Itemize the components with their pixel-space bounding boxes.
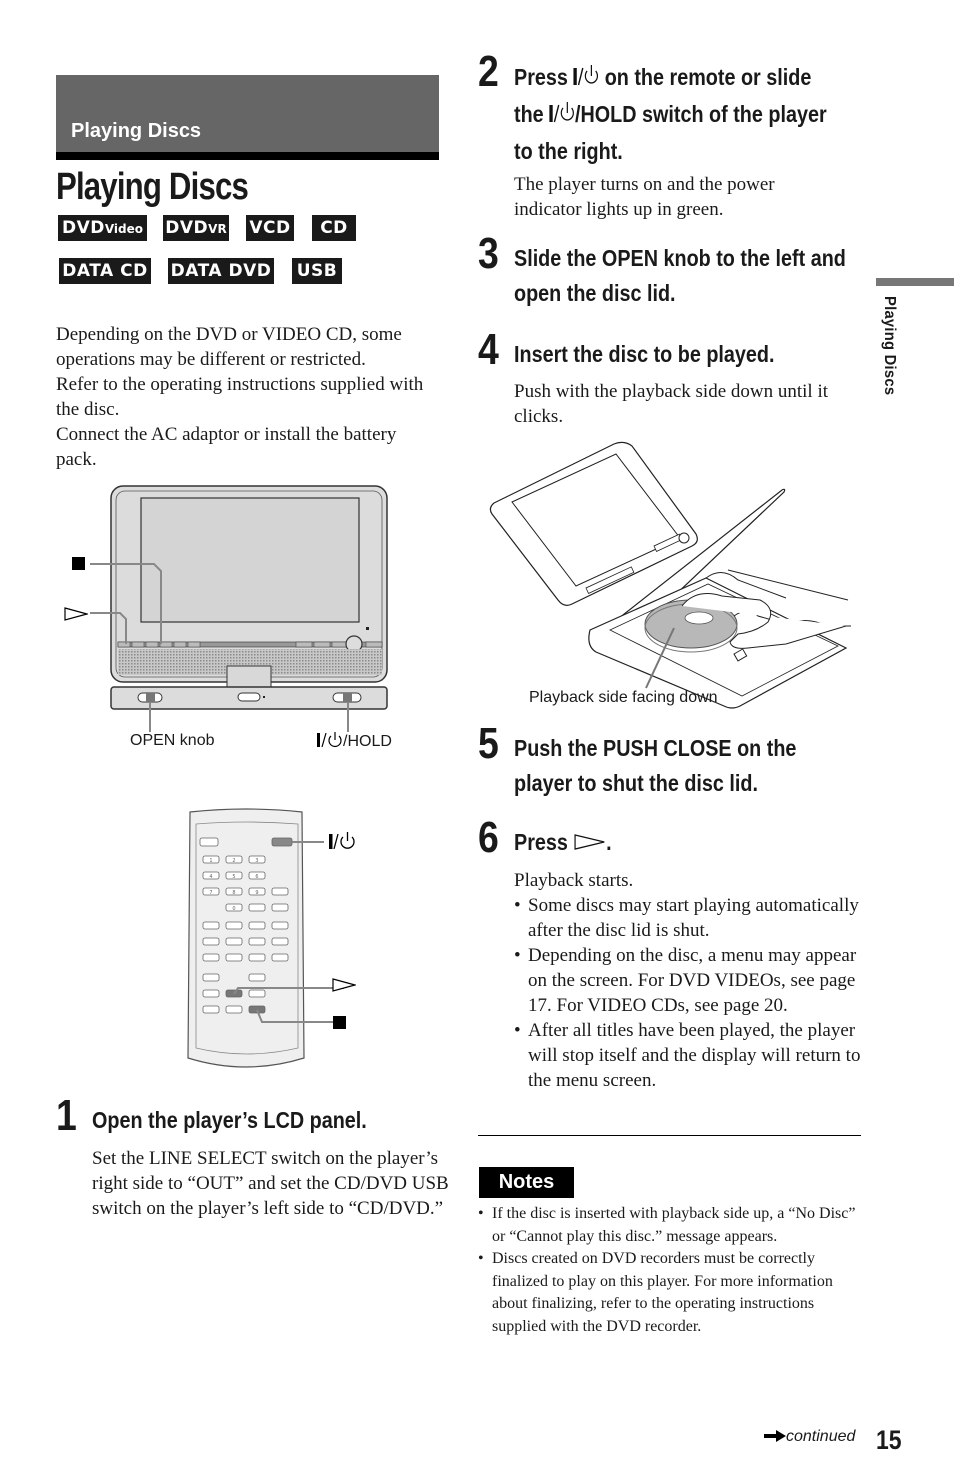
step-title: Slide the OPEN knob to the left and open… — [514, 241, 846, 311]
step-title: Open the player’s LCD panel. — [92, 1107, 367, 1133]
insert-figure-caption: Playback side facing down — [529, 689, 718, 706]
step-title-line: open the disc lid. — [514, 280, 676, 306]
title-text: . — [606, 829, 612, 855]
power-icon — [549, 99, 575, 134]
keypad-3: 3 — [255, 858, 258, 864]
page-title: Playing Discs — [56, 166, 249, 208]
play-icon — [573, 826, 606, 861]
intro-text: Depending on the DVD or VIDEO CD, some o… — [56, 322, 440, 472]
badge-dvd-vr: DVDVR — [163, 215, 229, 241]
keypad-0: 0 — [232, 906, 235, 912]
badge-subtext: VR — [208, 222, 227, 236]
step-number: 5 — [478, 719, 499, 768]
badge-subtext: Video — [104, 222, 144, 236]
step-title-line: player to shut the disc lid. — [514, 770, 758, 796]
section-banner-label: Playing Discs — [71, 120, 202, 142]
bullet-item: After all titles have been played, the p… — [514, 1018, 864, 1093]
side-tab-label: Playing Discs — [881, 296, 898, 396]
keypad-6: 6 — [255, 874, 258, 880]
keypad-1: 1 — [209, 858, 212, 864]
step-title-line: Press on the remote or slide — [514, 60, 827, 97]
keypad-2: 2 — [232, 858, 235, 864]
step-body: The player turns on and the power indica… — [514, 174, 775, 220]
notes-list: If the disc is inserted with playback si… — [478, 1203, 863, 1338]
badge-data-cd: DATA CD — [59, 258, 151, 284]
step-number: 6 — [478, 813, 499, 862]
title-text: /HOLD switch of the player — [574, 101, 827, 127]
step-title: Push the PUSH CLOSE on the player to shu… — [514, 731, 796, 801]
step-title-line: Push the PUSH CLOSE on the — [514, 735, 797, 761]
stop-icon — [72, 557, 85, 575]
note-item: If the disc is inserted with playback si… — [478, 1203, 863, 1248]
step-body: Push with the playback side down until i… — [514, 381, 829, 427]
step-bullets: Some discs may start playing automatical… — [514, 893, 864, 1093]
keypad-9: 9 — [255, 890, 258, 896]
play-icon — [64, 607, 90, 626]
power-icon — [317, 732, 343, 753]
power-hold-suffix: /HOLD — [343, 733, 392, 750]
power-icon — [573, 62, 599, 97]
title-text: the — [514, 101, 550, 127]
title-text: Press — [514, 829, 574, 855]
step-number: 4 — [478, 325, 499, 374]
bullet-item: Depending on the disc, a menu may appear… — [514, 943, 864, 1018]
step-body-intro: Playback starts. — [514, 870, 634, 891]
badge-text: DVD — [165, 218, 209, 238]
player-drawing — [90, 485, 388, 732]
step-title: Press on the remote or slide the /HOLD s… — [514, 60, 827, 169]
step-number: 1 — [56, 1091, 77, 1140]
badge-text: VCD — [249, 218, 291, 238]
step-number: 3 — [478, 229, 499, 278]
keypad-4: 4 — [209, 874, 212, 880]
section-divider-bar — [56, 152, 439, 160]
open-knob-label: OPEN knob — [130, 732, 215, 749]
player-front-illustration: OPEN knob /HOLD — [56, 480, 406, 760]
step-body: Set the LINE SELECT switch on the player… — [92, 1148, 449, 1219]
badge-text: CD — [320, 218, 348, 238]
section-banner: Playing Discs — [56, 75, 439, 152]
keypad-8: 8 — [232, 890, 235, 896]
badge-text: DVD — [61, 218, 105, 238]
note-item: Discs created on DVD recorders must be c… — [478, 1248, 863, 1338]
badge-usb: USB — [292, 258, 342, 284]
notes-divider — [478, 1135, 861, 1136]
remote-illustration: 1 2 3 4 5 6 7 8 9 0 — [186, 808, 366, 1073]
continued-indicator: continued — [764, 1428, 855, 1446]
badge-text: DATA DVD — [170, 261, 272, 281]
bullet-item: Some discs may start playing automatical… — [514, 893, 864, 943]
power-hold-label: /HOLD — [317, 732, 392, 753]
badge-dvd-video: DVDVideo — [58, 215, 147, 241]
title-text: on the remote or slide — [599, 64, 812, 90]
keypad-7: 7 — [209, 890, 212, 896]
step-title: Insert the disc to be played. — [514, 341, 775, 367]
insert-disc-drawing — [489, 441, 851, 709]
title-text: Press — [514, 64, 574, 90]
continued-text: continued — [786, 1428, 856, 1445]
intro-paragraph: Refer to the operating instructions supp… — [56, 374, 424, 420]
intro-paragraph: Connect the AC adaptor or install the ba… — [56, 424, 397, 470]
step-number: 2 — [478, 47, 499, 96]
arrow-right-icon — [764, 1428, 786, 1445]
stop-icon — [333, 1016, 346, 1034]
side-tab-bar — [876, 278, 954, 286]
play-icon — [332, 978, 358, 997]
page-number: 15 — [876, 1425, 902, 1455]
badge-text: USB — [296, 261, 338, 281]
step-title-line: Slide the OPEN knob to the left and — [514, 245, 846, 271]
step-title-line: the /HOLD switch of the player — [514, 97, 827, 134]
badge-cd: CD — [312, 215, 356, 241]
keypad-5: 5 — [232, 874, 235, 880]
insert-disc-illustration: Playback side facing down — [486, 438, 856, 713]
badge-vcd: VCD — [246, 215, 294, 241]
badge-data-dvd: DATA DVD — [168, 258, 274, 284]
step-title: Press . — [514, 825, 612, 861]
step-body: Playback starts. Some discs may start pl… — [514, 868, 864, 1093]
badge-text: DATA CD — [62, 261, 148, 281]
notes-label: Notes — [479, 1167, 574, 1198]
intro-paragraph: Depending on the DVD or VIDEO CD, some o… — [56, 324, 402, 370]
power-icon — [329, 832, 355, 855]
step-title-line: to the right. — [514, 138, 623, 164]
